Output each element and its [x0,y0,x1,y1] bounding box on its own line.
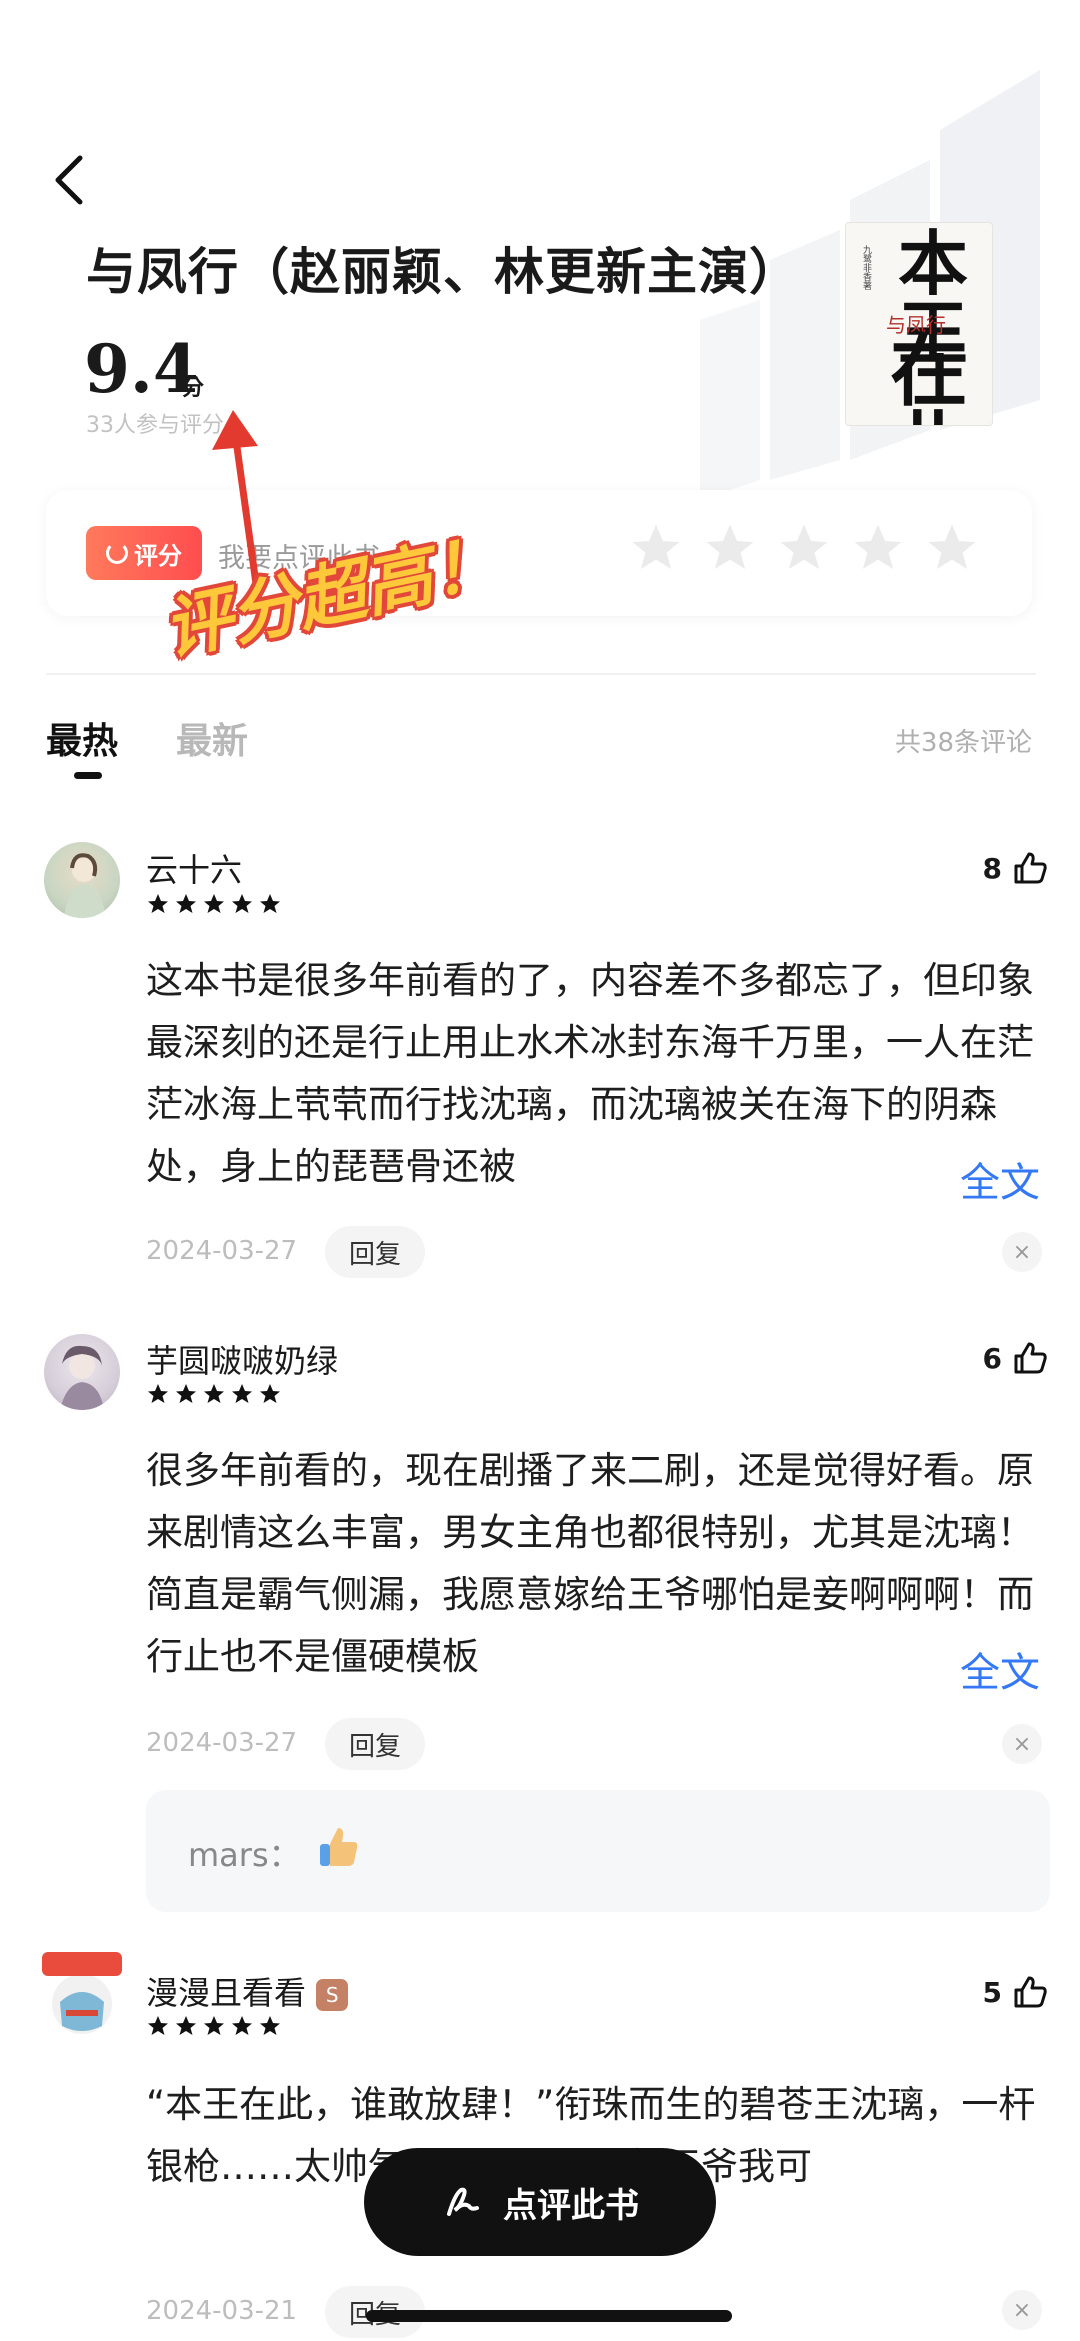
close-icon: × [1012,1731,1032,1757]
username[interactable]: 芋圆啵啵奶绿 [146,1336,338,1382]
star-filled-icon [176,894,196,913]
star-filled-icon [232,894,252,913]
tab-indicator [74,772,102,779]
star-outline-icon[interactable] [924,520,980,576]
star-outline-icon[interactable] [702,520,758,576]
sub-reply-author: mars： [188,1836,301,1874]
like-count: 6 [982,1341,1002,1375]
expand-full-text-link[interactable]: 全文 [960,1640,1040,1698]
close-icon: × [1012,1239,1032,1265]
rating-count: 33人参与评分 [86,413,224,438]
write-review-button[interactable]: 点评此书 [364,2148,716,2256]
username-text: 漫漫且看看 [146,1974,307,2012]
like-count: 5 [982,1975,1002,2009]
star-filled-icon [260,1384,280,1403]
reply-button[interactable]: 回复 [325,1226,425,1278]
expand-full-text-link[interactable]: 全文 [960,1150,1040,1208]
thumbs-up-emoji-icon [320,1828,358,1866]
like-button[interactable]: 5 [983,1972,1050,2012]
star-filled-icon [176,2016,196,2035]
star-outline-icon[interactable] [776,520,832,576]
avatar[interactable] [44,1334,120,1410]
star-filled-icon [148,894,168,913]
comment-date: 2024-03-27 [146,1728,298,1758]
comment-text: 很多年前看的，现在剧播了来二刷，还是觉得好看。原来剧情这么丰富，男女主角也都很特… [146,1449,1034,1678]
like-button[interactable]: 8 [983,848,1050,888]
like-count: 8 [982,851,1002,885]
vip-badge-icon: S [316,1979,349,2011]
comment-date: 2024-03-21 [146,2296,298,2326]
star-rating-input[interactable] [628,520,980,576]
username[interactable]: 漫漫且看看 S [146,1968,349,2014]
star-filled-icon [260,894,280,913]
thumbs-up-icon [1014,1342,1047,1374]
avatar[interactable] [44,842,120,918]
pen-icon [447,2187,479,2216]
comment-date: 2024-03-27 [146,1236,298,1266]
sub-reply-box[interactable]: mars： [146,1790,1050,1912]
username[interactable]: 云十六 [146,845,242,891]
close-icon: × [1012,2297,1032,2323]
comment-total: 共38条评论 [894,728,1032,758]
star-filled-icon [232,1384,252,1403]
comment-text: 这本书是很多年前看的了，内容差不多都忘了，但印象最深刻的还是行止用止水术冰封东海… [146,959,1034,1188]
home-indicator [366,2310,732,2322]
avatar-figure-icon [60,1345,104,1410]
star-filled-icon [260,2016,280,2035]
thumbs-up-icon [1014,852,1047,884]
smile-icon [106,542,128,564]
dismiss-button[interactable]: × [1002,1724,1042,1764]
tab-new[interactable]: 最新 [176,712,248,764]
user-rating-stars [146,1382,282,1406]
star-outline-icon[interactable] [850,520,906,576]
star-filled-icon [148,1384,168,1403]
user-rating-stars [146,2014,282,2038]
dismiss-button[interactable]: × [1002,2290,1042,2330]
avatar-figure-icon [64,853,106,918]
write-review-label: 点评此书 [503,2185,639,2226]
like-button[interactable]: 6 [983,1338,1050,1378]
tab-hot[interactable]: 最热 [46,712,118,764]
chevron-left-icon [55,155,83,205]
star-filled-icon [148,2016,168,2035]
back-button[interactable] [40,150,100,210]
cover-title-bottom: 在此 [890,326,969,426]
book-cover[interactable]: 九鹭非香著 本王 与凤行 在此 [845,222,993,426]
star-filled-icon [204,894,224,913]
star-filled-icon [204,2016,224,2035]
thumbs-up-icon [1014,1976,1047,2008]
rating-unit: 分 [182,376,205,401]
cover-author: 九鹭非香著 [861,245,871,290]
divider [46,673,1036,675]
star-filled-icon [176,1384,196,1403]
star-outline-icon[interactable] [628,520,684,576]
avatar-badge-icon [42,1952,122,2034]
rate-badge-label: 评分 [134,541,182,570]
star-filled-icon [204,1384,224,1403]
reply-button[interactable]: 回复 [325,1718,425,1770]
book-title: 与凤行（赵丽颖、林更新主演） [86,243,800,301]
avatar[interactable] [36,1946,128,2042]
user-rating-stars [146,892,282,916]
star-filled-icon [232,2016,252,2035]
dismiss-button[interactable]: × [1002,1232,1042,1272]
